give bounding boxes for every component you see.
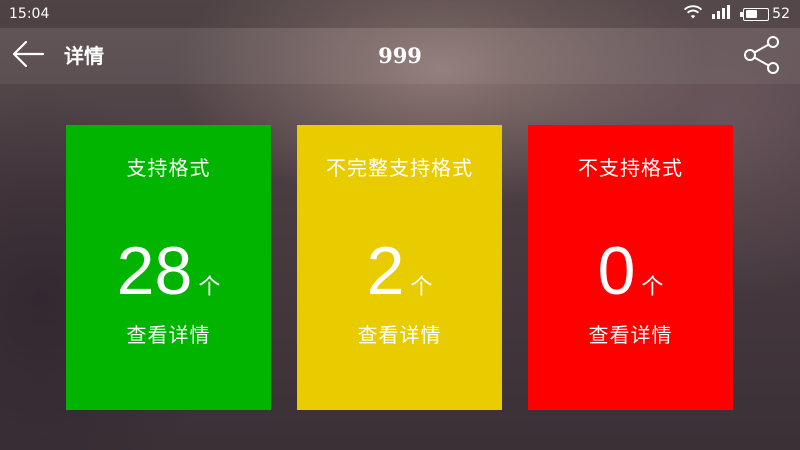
card-title: 不支持格式	[578, 156, 683, 180]
card-title: 不完整支持格式	[326, 156, 473, 180]
count-row: 2 个	[297, 233, 502, 309]
arrow-left-icon	[11, 39, 45, 73]
center-title: 999	[378, 43, 422, 68]
count-row: 28 个	[66, 233, 271, 309]
wifi-icon	[683, 4, 703, 24]
signal-icon	[711, 5, 735, 23]
title-bar: 详情 999	[0, 28, 800, 84]
count-unit: 个	[410, 275, 433, 300]
share-button[interactable]	[740, 35, 784, 79]
card-title: 支持格式	[126, 156, 211, 180]
battery-indicator: 52	[740, 6, 790, 22]
share-icon	[742, 35, 782, 79]
card-supported-formats[interactable]: 支持格式 28 个 查看详情	[66, 125, 271, 410]
back-button[interactable]	[10, 38, 46, 74]
count-row: 0 个	[528, 233, 733, 309]
count-value: 2	[366, 233, 405, 309]
battery-level: 52	[772, 6, 790, 22]
count-value: 28	[116, 233, 193, 309]
status-time: 15:04	[9, 6, 50, 22]
count-value: 0	[597, 233, 636, 309]
count-unit: 个	[641, 275, 664, 300]
view-details-link[interactable]: 查看详情	[297, 319, 502, 348]
view-details-link[interactable]: 查看详情	[528, 319, 733, 348]
status-bar: 15:04 52	[0, 0, 800, 28]
page-title: 详情	[64, 44, 104, 68]
count-unit: 个	[198, 275, 221, 300]
battery-icon	[740, 7, 770, 21]
card-partially-supported-formats[interactable]: 不完整支持格式 2 个 查看详情	[297, 125, 502, 410]
card-unsupported-formats[interactable]: 不支持格式 0 个 查看详情	[528, 125, 733, 410]
view-details-link[interactable]: 查看详情	[66, 319, 271, 348]
status-icons: 52	[683, 4, 790, 24]
